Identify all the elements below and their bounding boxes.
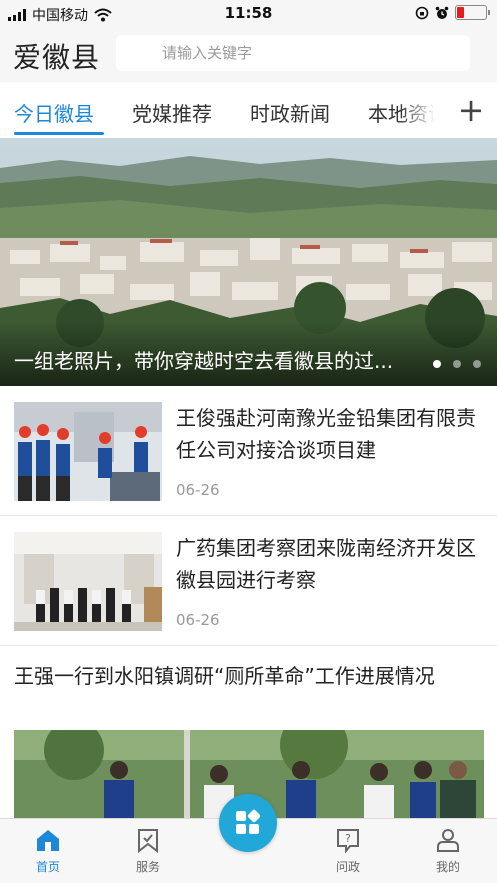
news-thumbnail: [14, 402, 162, 501]
nav-service[interactable]: 服务: [118, 827, 178, 875]
app-header: 爱徽县: [0, 28, 497, 82]
bookmark-icon: [138, 829, 158, 853]
active-tab-indicator: [14, 132, 104, 135]
tab-party-media[interactable]: 党媒推荐: [132, 98, 212, 127]
center-apps-button[interactable]: [219, 794, 277, 852]
battery-icon: [455, 5, 490, 20]
carousel-dot[interactable]: [473, 360, 481, 368]
svg-text:?: ?: [345, 832, 351, 845]
news-title[interactable]: 王强一行到水阳镇调研“厕所革命”工作进展情况: [14, 660, 484, 692]
news-title[interactable]: 王俊强赴河南豫光金铅集团有限责任公司对接洽谈项目建: [176, 402, 488, 466]
news-list-item[interactable]: 王俊强赴河南豫光金铅集团有限责任公司对接洽谈项目建 06-26: [0, 386, 497, 516]
banner-caption[interactable]: 一组老照片，带你穿越时空去看徽县的过...: [14, 345, 426, 374]
user-icon: [437, 829, 459, 852]
nav-home[interactable]: 首页: [18, 827, 78, 875]
nav-ask-government[interactable]: ? 问政: [318, 827, 378, 875]
news-date: 06-26: [176, 481, 220, 499]
tab-political-news[interactable]: 时政新闻: [250, 98, 330, 127]
rotation-lock-icon: [415, 6, 429, 19]
carousel-dot[interactable]: [433, 360, 441, 368]
news-list-item[interactable]: 广药集团考察团来陇南经济开发区徽县园进行考察 06-26: [0, 516, 497, 646]
nav-mine-label: 我的: [435, 860, 460, 874]
carousel-dot[interactable]: [453, 360, 461, 368]
news-date: 06-26: [176, 611, 220, 629]
news-title[interactable]: 广药集团考察团来陇南经济开发区徽县园进行考察: [176, 532, 488, 596]
nav-home-label: 首页: [35, 860, 60, 874]
banner-carousel[interactable]: 一组老照片，带你穿越时空去看徽县的过...: [0, 138, 497, 386]
alarm-icon: [435, 6, 449, 19]
news-list-item[interactable]: 王强一行到水阳镇调研“厕所革命”工作进展情况: [0, 646, 497, 820]
nav-mine[interactable]: 我的: [418, 827, 478, 875]
question-chat-icon: ?: [337, 829, 359, 853]
category-tabs: 今日徽县 党媒推荐 时政新闻 本地资讯 +: [0, 82, 497, 138]
carousel-dots: [433, 360, 481, 368]
status-bar: 中国移动 11:58: [0, 0, 497, 28]
app-logo: 爱徽县: [13, 41, 101, 74]
search-box[interactable]: [116, 35, 470, 71]
apps-grid-icon: [236, 809, 261, 834]
news-thumbnail: [14, 532, 162, 631]
tab-today-huixian[interactable]: 今日徽县: [14, 98, 94, 127]
home-icon: [37, 830, 59, 851]
status-right: [415, 5, 490, 20]
add-tab-button[interactable]: +: [456, 92, 486, 128]
nav-service-label: 服务: [135, 860, 160, 874]
tabs-fade: [400, 82, 450, 138]
nav-ask-label: 问政: [335, 860, 360, 874]
search-input[interactable]: [116, 35, 470, 71]
